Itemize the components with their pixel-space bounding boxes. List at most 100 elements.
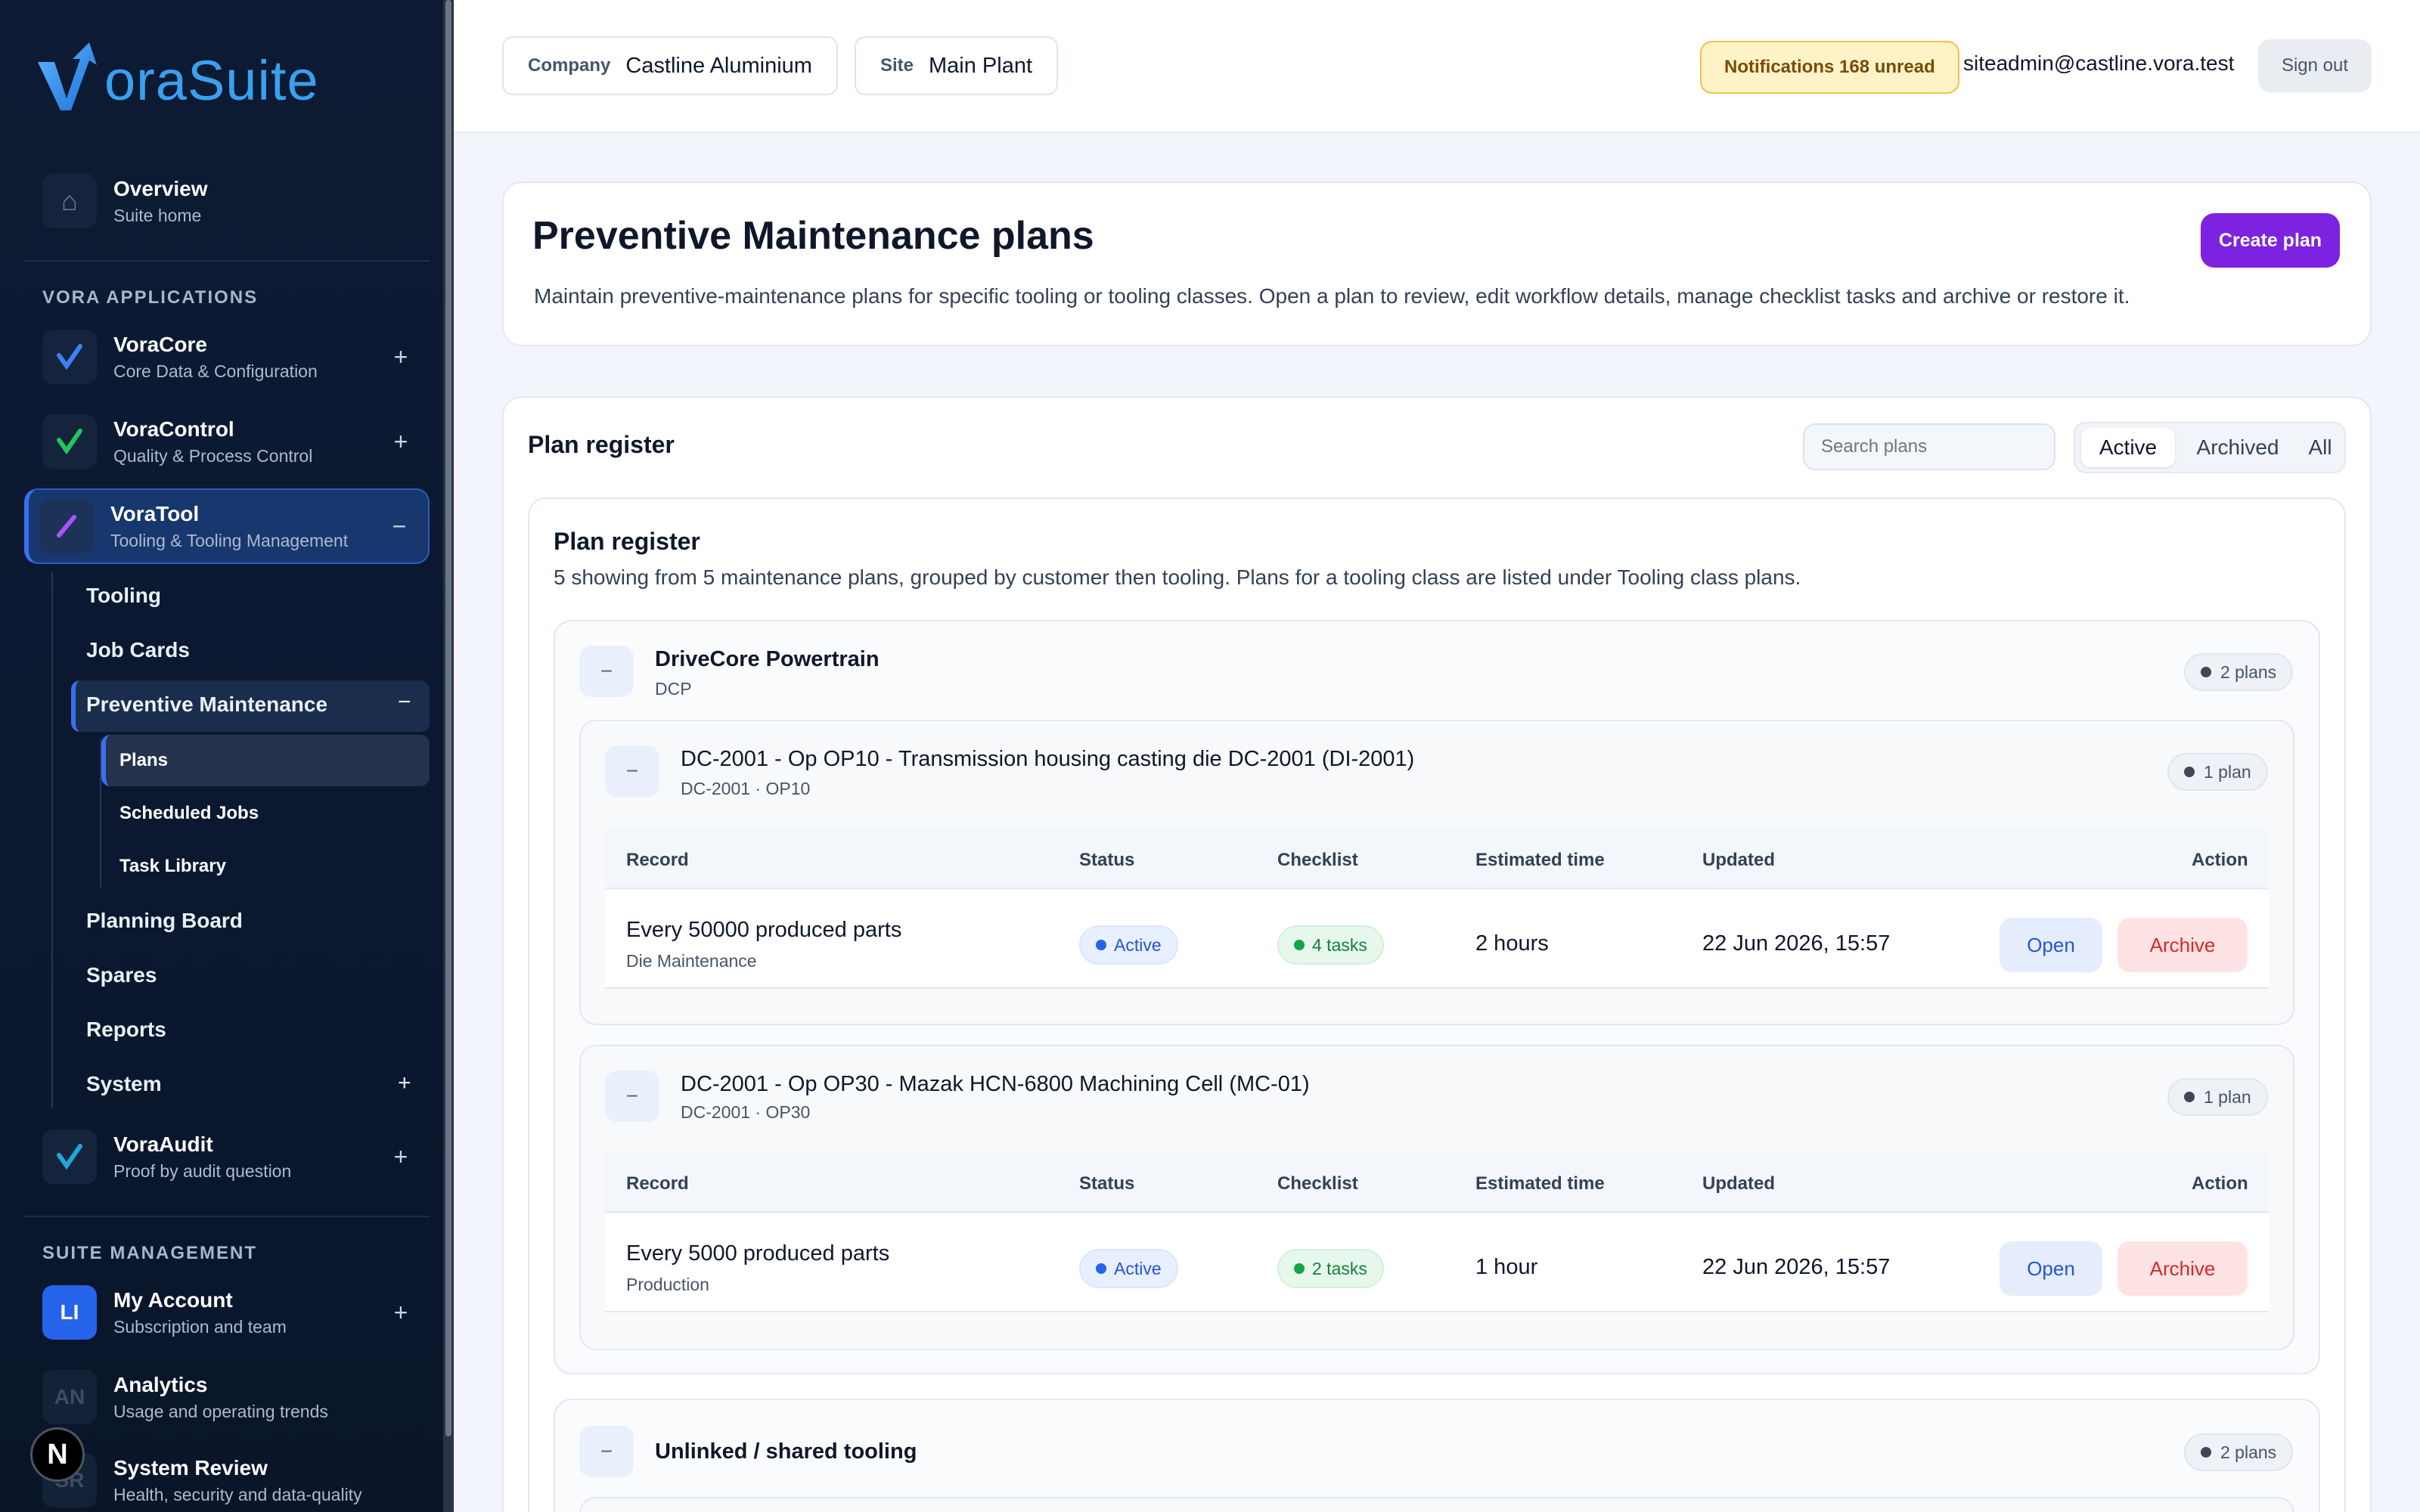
user-email: siteadmin@castline.vora.test bbox=[1963, 51, 2235, 75]
column-header: Updated bbox=[1702, 850, 1775, 870]
sidebar-item-analytics[interactable]: AN Analytics Usage and operating trends bbox=[24, 1361, 430, 1433]
updated-date: 22 Jun 2026, 15:57 bbox=[1702, 931, 1891, 956]
column-header: Estimated time bbox=[1475, 1173, 1605, 1194]
sidebar-item-preventive-maintenance[interactable]: Preventive Maintenance bbox=[86, 692, 327, 717]
plan-count-badge: 2 plans bbox=[2184, 653, 2294, 691]
register-title: Plan register bbox=[528, 431, 675, 458]
sidebar-item-my-account[interactable]: LI My Account Subscription and team + bbox=[24, 1276, 430, 1349]
sidebar-item-tooling[interactable]: Tooling bbox=[86, 584, 161, 608]
expand-icon[interactable]: + bbox=[398, 1070, 411, 1096]
filter-active[interactable]: Active bbox=[2081, 428, 2175, 467]
sidebar-item-overview[interactable]: ⌂ Overview Suite home bbox=[24, 165, 430, 237]
plan-category: Production bbox=[626, 1275, 709, 1294]
plan-record[interactable]: Every 50000 produced parts bbox=[626, 918, 901, 943]
sidebar-item-label: VoraCore bbox=[113, 332, 207, 356]
collapse-icon[interactable]: − bbox=[384, 513, 414, 541]
filter-all[interactable]: All bbox=[2299, 428, 2341, 467]
analytics-tag: AN bbox=[42, 1370, 97, 1424]
sidebar-item-job-cards[interactable]: Job Cards bbox=[86, 638, 190, 662]
open-button[interactable]: Open bbox=[2000, 1241, 2102, 1296]
tooling-group bbox=[579, 1497, 2294, 1512]
sidebar-item-spares[interactable]: Spares bbox=[86, 963, 157, 987]
sign-out-button[interactable]: Sign out bbox=[2258, 39, 2372, 92]
status-text: Active bbox=[1114, 934, 1162, 955]
column-header: Checklist bbox=[1277, 1173, 1358, 1194]
create-plan-button[interactable]: Create plan bbox=[2201, 213, 2340, 268]
plan-record[interactable]: Every 5000 produced parts bbox=[626, 1241, 889, 1266]
column-header: Status bbox=[1079, 850, 1135, 870]
customer-name: Unlinked / shared tooling bbox=[655, 1439, 917, 1464]
sidebar: oraSuite ⌂ Overview Suite home VORA APPLI… bbox=[0, 0, 454, 1512]
notifications-button[interactable]: Notifications 168 unread bbox=[1700, 41, 1959, 94]
sidebar-item-system[interactable]: System bbox=[86, 1072, 162, 1096]
table-header bbox=[605, 829, 2269, 889]
inner-register-title: Plan register bbox=[554, 528, 700, 555]
sidebar-app-voracore[interactable]: VoraCore Core Data & Configuration + bbox=[24, 321, 430, 393]
page-title: Preventive Maintenance plans bbox=[532, 214, 1094, 258]
sidebar-item-scheduled-jobs[interactable]: Scheduled Jobs bbox=[119, 803, 259, 824]
dev-tools-bubble[interactable]: N bbox=[30, 1427, 85, 1482]
filter-archived[interactable]: Archived bbox=[2181, 428, 2294, 467]
dot-icon bbox=[1294, 1263, 1305, 1274]
status-filter: Active Archived All bbox=[2074, 422, 2346, 473]
check-icon bbox=[42, 1129, 97, 1184]
plan-count: 1 plan bbox=[2204, 761, 2251, 782]
plan-count-badge: 1 plan bbox=[2167, 753, 2268, 791]
archive-button[interactable]: Archive bbox=[2118, 1241, 2248, 1296]
tooling-code: DC-2001 · OP10 bbox=[681, 779, 811, 798]
table-header bbox=[605, 1152, 2269, 1213]
sidebar-divider bbox=[24, 1216, 430, 1217]
site-selector[interactable]: Site Main Plant bbox=[855, 36, 1059, 95]
dot-icon bbox=[2201, 667, 2211, 677]
vorasuite-logo[interactable]: oraSuite bbox=[36, 36, 319, 112]
tooling-code: DC-2001 · OP30 bbox=[681, 1102, 811, 1122]
collapse-tooling-button[interactable]: − bbox=[605, 745, 659, 797]
collapse-group-button[interactable]: − bbox=[579, 1426, 634, 1477]
column-header: Action bbox=[2192, 850, 2248, 870]
column-header: Record bbox=[626, 850, 689, 870]
collapse-tooling-button[interactable]: − bbox=[605, 1070, 659, 1122]
page-header-card bbox=[502, 181, 2372, 346]
column-header: Checklist bbox=[1277, 850, 1358, 870]
plan-category: Die Maintenance bbox=[626, 951, 757, 971]
sidebar-item-reports[interactable]: Reports bbox=[86, 1018, 166, 1042]
status-badge: Active bbox=[1079, 925, 1178, 965]
page-description: Maintain preventive-maintenance plans fo… bbox=[534, 284, 2130, 308]
archive-button[interactable]: Archive bbox=[2118, 918, 2248, 972]
expand-icon[interactable]: + bbox=[386, 1299, 416, 1327]
sidebar-item-plans[interactable]: Plans bbox=[119, 750, 168, 771]
sidebar-app-voratool[interactable]: VoraTool Tooling & Tooling Management − bbox=[24, 488, 430, 564]
column-header: Record bbox=[626, 1173, 689, 1194]
check-icon bbox=[42, 414, 97, 469]
plan-count-badge: 1 plan bbox=[2167, 1078, 2268, 1116]
company-selector[interactable]: Company Castline Aluminium bbox=[502, 36, 838, 95]
dot-icon bbox=[2201, 1447, 2211, 1458]
collapse-group-button[interactable]: − bbox=[579, 646, 634, 697]
sidebar-item-sublabel: Usage and operating trends bbox=[113, 1401, 328, 1421]
expand-icon[interactable]: + bbox=[386, 343, 416, 371]
search-input[interactable] bbox=[1803, 423, 2055, 470]
logo-v-icon bbox=[36, 39, 103, 112]
sidebar-section-apps: VORA APPLICATIONS bbox=[42, 287, 259, 308]
dot-icon bbox=[2184, 767, 2195, 777]
sidebar-app-voracontrol[interactable]: VoraControl Quality & Process Control + bbox=[24, 405, 430, 478]
site-label: Site bbox=[880, 55, 914, 76]
expand-icon[interactable]: + bbox=[386, 428, 416, 456]
column-header: Action bbox=[2192, 1173, 2248, 1194]
checklist-text: 2 tasks bbox=[1312, 1258, 1367, 1278]
sidebar-item-system-review[interactable]: SR System Review Health, security and dat… bbox=[24, 1444, 430, 1512]
sidebar-item-planning-board[interactable]: Planning Board bbox=[86, 909, 243, 933]
company-value: Castline Aluminium bbox=[625, 53, 812, 78]
collapse-icon[interactable]: − bbox=[398, 689, 411, 715]
plan-count: 2 plans bbox=[2220, 662, 2277, 682]
customer-code: DCP bbox=[655, 679, 692, 699]
sidebar-item-task-library[interactable]: Task Library bbox=[119, 856, 226, 877]
avatar: LI bbox=[42, 1285, 97, 1340]
sidebar-item-sublabel: Health, security and data-quality bbox=[113, 1484, 362, 1504]
sidebar-item-label: VoraAudit bbox=[113, 1132, 213, 1156]
expand-icon[interactable]: + bbox=[386, 1143, 416, 1171]
open-button[interactable]: Open bbox=[2000, 918, 2102, 972]
sidebar-app-voraaudit[interactable]: VoraAudit Proof by audit question + bbox=[24, 1120, 430, 1193]
sidebar-scrollbar-thumb[interactable] bbox=[445, 0, 451, 1436]
sidebar-section-management: SUITE MANAGEMENT bbox=[42, 1243, 257, 1263]
